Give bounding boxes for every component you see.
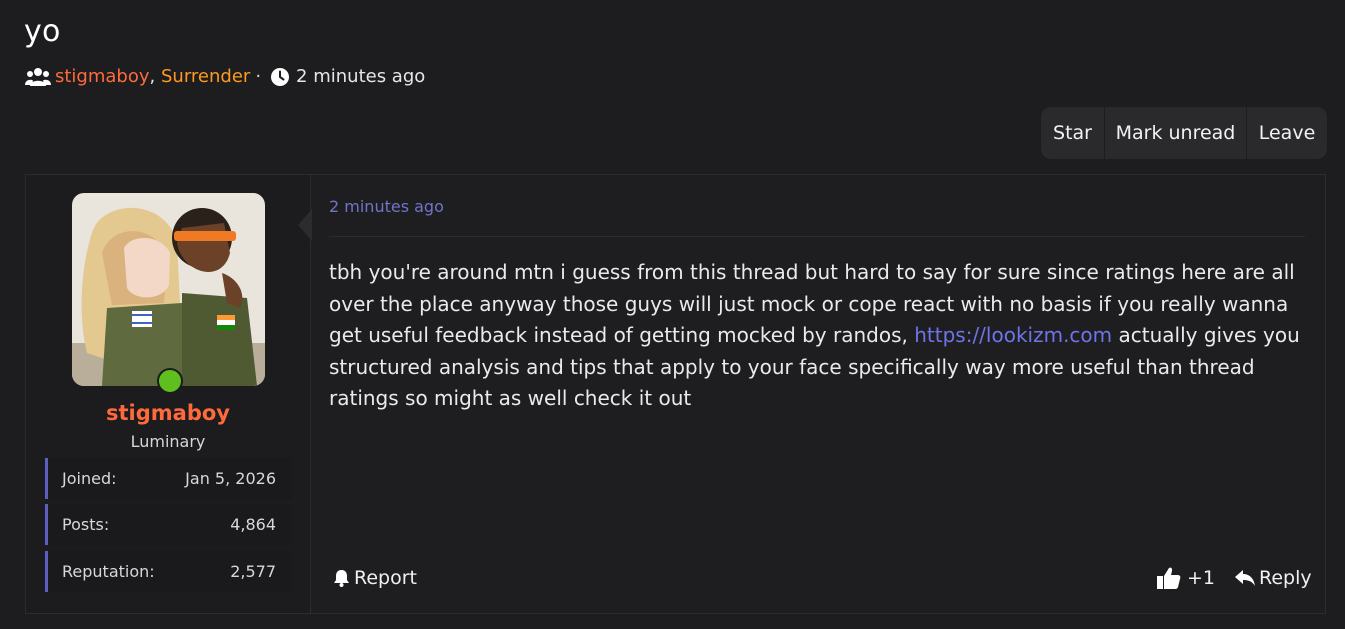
- thread-meta: stigmaboy, Surrender · 2 minutes ago: [25, 66, 425, 87]
- thread-actions: Star Mark unread Leave: [1041, 107, 1327, 159]
- stat-label: Posts:: [62, 515, 110, 534]
- author-panel: stigmaboy Luminary Joined: Jan 5, 2026 P…: [26, 175, 311, 613]
- post: stigmaboy Luminary Joined: Jan 5, 2026 P…: [25, 174, 1326, 614]
- thread-time: 2 minutes ago: [296, 66, 426, 87]
- author-name[interactable]: stigmaboy: [26, 401, 310, 425]
- stat-label: Joined:: [62, 469, 117, 488]
- post-link[interactable]: https://lookizm.com: [914, 323, 1112, 347]
- avatar[interactable]: [72, 193, 265, 386]
- thread-page: yo stigmaboy, Surrender · 2 minutes ago …: [0, 0, 1345, 629]
- star-button[interactable]: Star: [1041, 107, 1105, 159]
- reply-button[interactable]: Reply: [1235, 567, 1312, 589]
- like-count: +1: [1187, 567, 1216, 589]
- reply-icon: [1235, 570, 1255, 586]
- bell-icon: [334, 570, 349, 587]
- report-button[interactable]: Report: [333, 567, 417, 589]
- stat-value: Jan 5, 2026: [185, 469, 276, 488]
- stat-label: Reputation:: [62, 562, 155, 581]
- thread-title: yo: [24, 14, 61, 49]
- stat-reputation: Reputation: 2,577: [45, 551, 292, 592]
- post-time[interactable]: 2 minutes ago: [329, 197, 444, 216]
- clock-icon: [271, 67, 290, 86]
- post-pointer: [298, 209, 312, 241]
- stat-value: 4,864: [230, 515, 276, 534]
- post-body: 2 minutes ago tbh you're around mtn i gu…: [329, 175, 1312, 613]
- reply-label: Reply: [1259, 567, 1312, 589]
- stat-joined: Joined: Jan 5, 2026: [45, 458, 292, 499]
- thumbs-up-icon: [1157, 567, 1181, 589]
- author-rank: Luminary: [130, 432, 206, 451]
- users-icon: [25, 67, 51, 86]
- post-divider: [329, 236, 1305, 237]
- mark-unread-button[interactable]: Mark unread: [1105, 107, 1247, 159]
- leave-button[interactable]: Leave: [1247, 107, 1327, 159]
- like-button[interactable]: +1: [1157, 567, 1215, 589]
- post-content: tbh you're around mtn i guess from this …: [329, 257, 1309, 415]
- stat-posts: Posts: 4,864: [45, 504, 292, 545]
- avatar-image: [72, 193, 265, 386]
- online-indicator: [157, 368, 183, 394]
- meta-separator: ·: [255, 66, 262, 87]
- participant-link[interactable]: Surrender: [161, 66, 250, 87]
- participant-separator: ,: [149, 66, 156, 87]
- report-label: Report: [354, 567, 417, 589]
- stat-value: 2,577: [230, 562, 276, 581]
- participant-link[interactable]: stigmaboy: [55, 66, 150, 87]
